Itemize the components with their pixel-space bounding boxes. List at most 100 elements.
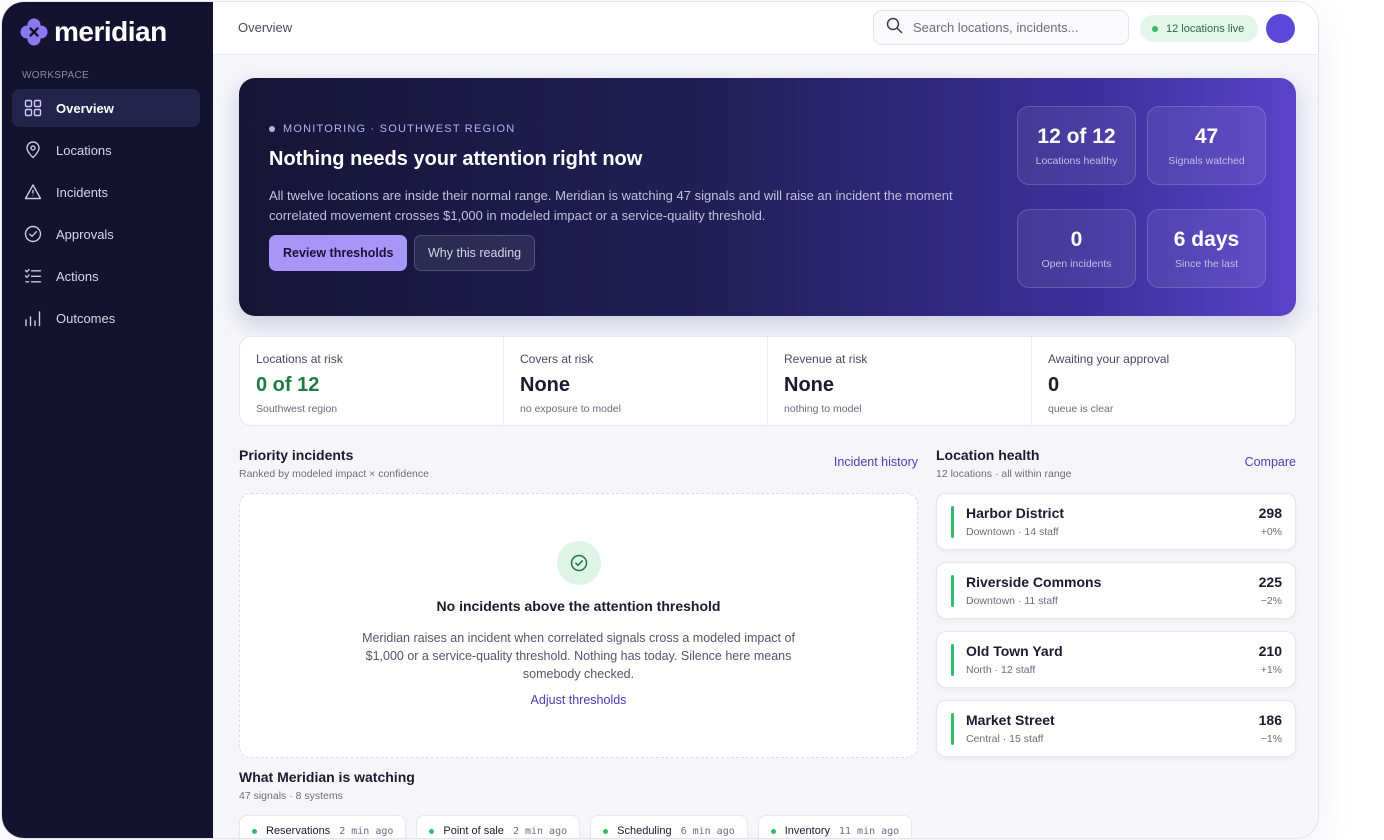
kpi-label: Covers at risk: [520, 352, 594, 366]
stat-days-since-last: 6 days Since the last: [1147, 209, 1266, 288]
check-circle-icon: [24, 225, 42, 243]
watching-title: What Meridian is watching: [239, 769, 415, 785]
signal-chip-reservations[interactable]: Reservations 2 min ago: [239, 815, 407, 838]
location-value: 210: [1258, 643, 1282, 659]
location-name: Market Street: [966, 712, 1055, 728]
app-name: meridian: [54, 16, 167, 47]
hero-title: Nothing needs your attention right now: [269, 148, 643, 170]
hero-eyebrow-text: MONITORING · SOUTHWEST REGION: [283, 123, 516, 135]
topbar: Overview 12 locations live: [213, 2, 1318, 55]
workspace-label: WORKSPACE: [22, 70, 89, 81]
location-health-title: Location health: [936, 447, 1040, 463]
why-this-reading-button[interactable]: Why this reading: [414, 235, 536, 271]
sidebar-item-label: Approvals: [56, 226, 114, 242]
live-status-badge: 12 locations live: [1140, 15, 1259, 42]
incidents-empty-state: No incidents above the attention thresho…: [239, 493, 918, 758]
kpi-value: 0 of 12: [256, 374, 320, 396]
stat-signals-watched: 47 Signals watched: [1147, 106, 1266, 185]
kpi-covers-at-risk: Covers at risk None no exposure to model: [504, 337, 768, 425]
location-meta: Downtown · 11 staff: [966, 595, 1058, 607]
review-thresholds-button[interactable]: Review thresholds: [269, 235, 408, 271]
location-delta: −2%: [1260, 595, 1282, 607]
sidebar-item-label: Locations: [56, 142, 112, 158]
kpi-locations-at-risk: Locations at risk 0 of 12 Southwest regi…: [240, 337, 504, 425]
sidebar-item-outcomes[interactable]: Outcomes: [12, 299, 200, 337]
stat-open-incidents: 0 Open incidents: [1017, 209, 1136, 288]
signal-name: Inventory: [784, 825, 830, 837]
location-value: 186: [1258, 712, 1282, 728]
location-meta: Downtown · 14 staff: [966, 526, 1059, 538]
grid-icon: [24, 99, 42, 117]
stat-label: Since the last: [1174, 258, 1239, 270]
hero-eyebrow: MONITORING · SOUTHWEST REGION: [269, 123, 515, 135]
empty-state-description: Meridian raises an incident when correla…: [362, 631, 795, 681]
location-meta: North · 12 staff: [966, 664, 1036, 676]
search-box[interactable]: [873, 10, 1129, 45]
sidebar-item-locations[interactable]: Locations: [12, 131, 200, 169]
watching-subtitle: 47 signals · 8 systems: [239, 790, 343, 802]
breadcrumb: Overview: [238, 20, 293, 35]
location-name: Riverside Commons: [966, 574, 1102, 590]
stat-label: Signals watched: [1168, 155, 1245, 167]
search-icon: [886, 17, 903, 39]
location-name: Harbor District: [966, 505, 1065, 521]
kpi-value: None: [520, 374, 570, 396]
kpi-sub: queue is clear: [1048, 403, 1114, 415]
priority-incidents-title: Priority incidents: [239, 447, 354, 463]
app-logo[interactable]: meridian: [20, 16, 167, 48]
checklist-icon: [24, 267, 42, 285]
location-card-old-town-yard[interactable]: Old Town Yard North · 12 staff 210 +1%: [936, 631, 1296, 688]
stat-label: Open incidents: [1041, 258, 1112, 270]
stat-value: 0: [1070, 228, 1083, 251]
signal-chip-point-of-sale[interactable]: Point of sale 2 min ago: [416, 815, 581, 838]
location-meta: Central · 15 staff: [966, 733, 1044, 745]
sidebar: meridian WORKSPACE Overview Locations In: [2, 2, 213, 838]
location-value: 225: [1258, 574, 1282, 590]
sidebar-item-label: Overview: [56, 100, 114, 116]
signal-chip-scheduling[interactable]: Scheduling 6 min ago: [590, 815, 748, 838]
signal-name: Scheduling: [617, 825, 672, 837]
sidebar-item-incidents[interactable]: Incidents: [12, 173, 200, 211]
stat-label: Locations healthy: [1035, 155, 1118, 167]
signal-time: 11 min ago: [839, 825, 900, 837]
search-input[interactable]: [913, 20, 1113, 35]
signal-name: Point of sale: [443, 825, 504, 837]
kpi-sub: Southwest region: [256, 403, 338, 415]
kpi-value: None: [784, 374, 834, 396]
map-pin-icon: [24, 141, 42, 159]
location-card-market-street[interactable]: Market Street Central · 15 staff 186 −1%: [936, 700, 1296, 757]
priority-incidents-subtitle: Ranked by modeled impact × confidence: [239, 468, 429, 480]
sidebar-item-label: Actions: [56, 268, 99, 284]
signal-status-dot-icon: [770, 828, 776, 834]
signal-time: 2 min ago: [339, 825, 394, 837]
signal-chip-inventory[interactable]: Inventory 11 min ago: [757, 815, 913, 838]
health-indicator: [951, 713, 954, 745]
empty-state-title: No incidents above the attention thresho…: [436, 598, 721, 614]
stat-locations-healthy: 12 of 12 Locations healthy: [1017, 106, 1136, 185]
sidebar-item-label: Outcomes: [56, 310, 116, 326]
location-card-harbor-district[interactable]: Harbor District Downtown · 14 staff 298 …: [936, 493, 1296, 550]
kpi-sub: nothing to model: [784, 403, 862, 415]
location-card-riverside-commons[interactable]: Riverside Commons Downtown · 11 staff 22…: [936, 562, 1296, 619]
signal-chips: Reservations 2 min ago Point of sale 2 m…: [239, 815, 913, 838]
incident-history-link[interactable]: Incident history: [834, 455, 918, 469]
sidebar-item-approvals[interactable]: Approvals: [12, 215, 200, 253]
location-delta: +1%: [1260, 664, 1282, 676]
kpi-label: Locations at risk: [256, 352, 343, 366]
signal-time: 2 min ago: [512, 825, 568, 837]
adjust-thresholds-link[interactable]: Adjust thresholds: [240, 693, 917, 707]
status-dot-icon: [269, 126, 275, 132]
compare-link[interactable]: Compare: [1245, 455, 1296, 469]
signal-status-dot-icon: [429, 828, 435, 834]
live-status-text: 12 locations live: [1166, 22, 1245, 35]
health-indicator: [951, 644, 954, 676]
kpi-revenue-at-risk: Revenue at risk None nothing to model: [768, 337, 1032, 425]
hero-description: All twelve locations are inside their no…: [269, 188, 953, 223]
sidebar-item-overview[interactable]: Overview: [12, 89, 200, 127]
app-window: meridian WORKSPACE Overview Locations In: [2, 2, 1318, 838]
avatar[interactable]: [1266, 14, 1295, 43]
signal-name: Reservations: [266, 825, 331, 837]
kpi-label: Awaiting your approval: [1048, 352, 1170, 366]
sidebar-item-actions[interactable]: Actions: [12, 257, 200, 295]
kpi-value: 0: [1048, 374, 1060, 396]
